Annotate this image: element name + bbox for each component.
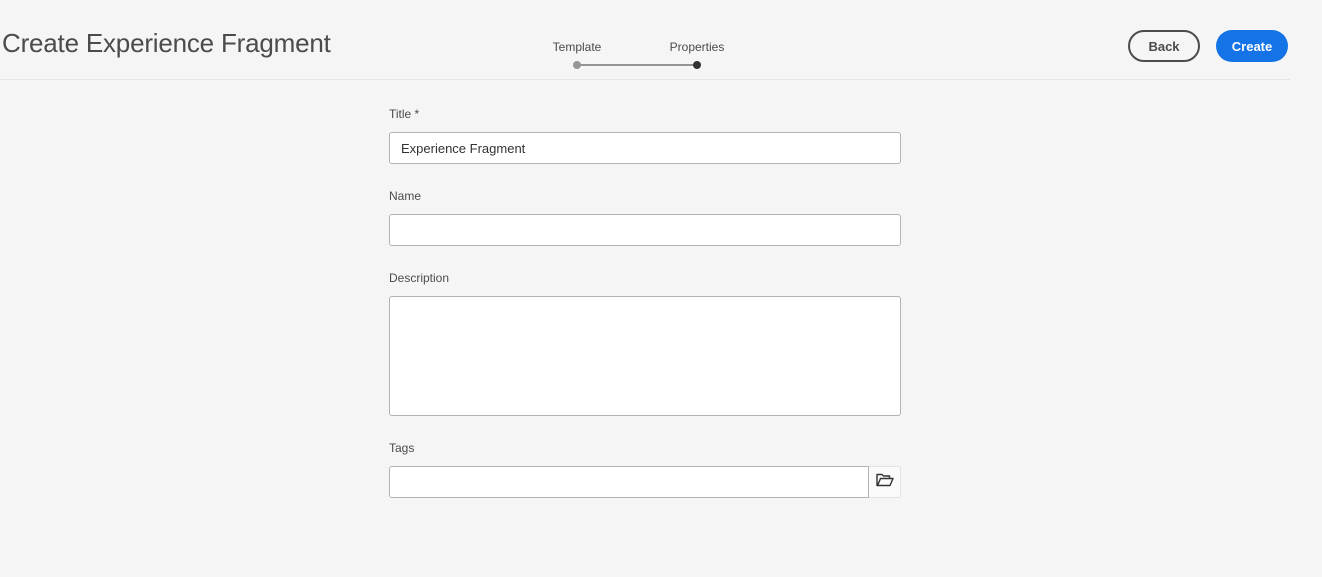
folder-open-icon [875, 473, 894, 492]
name-label: Name [389, 189, 422, 203]
description-label: Description [389, 271, 450, 285]
back-button[interactable]: Back [1128, 30, 1200, 62]
step-properties-label: Properties [669, 40, 725, 54]
wizard-steps: Template Properties [540, 38, 740, 72]
step-properties-dot [693, 61, 701, 69]
description-textarea[interactable] [389, 296, 901, 416]
step-template-label: Template [552, 40, 602, 54]
step-connector [577, 64, 697, 66]
name-input[interactable] [389, 214, 901, 246]
page-header: Create Experience Fragment Template Prop… [0, 0, 1290, 80]
step-template-dot[interactable] [573, 61, 581, 69]
page-title: Create Experience Fragment [2, 28, 331, 58]
tags-browse-button[interactable] [869, 466, 901, 498]
title-input[interactable] [389, 132, 901, 164]
tags-input[interactable] [389, 466, 869, 498]
create-button[interactable]: Create [1216, 30, 1288, 62]
title-label: Title * [389, 107, 420, 121]
tags-label: Tags [389, 441, 415, 455]
